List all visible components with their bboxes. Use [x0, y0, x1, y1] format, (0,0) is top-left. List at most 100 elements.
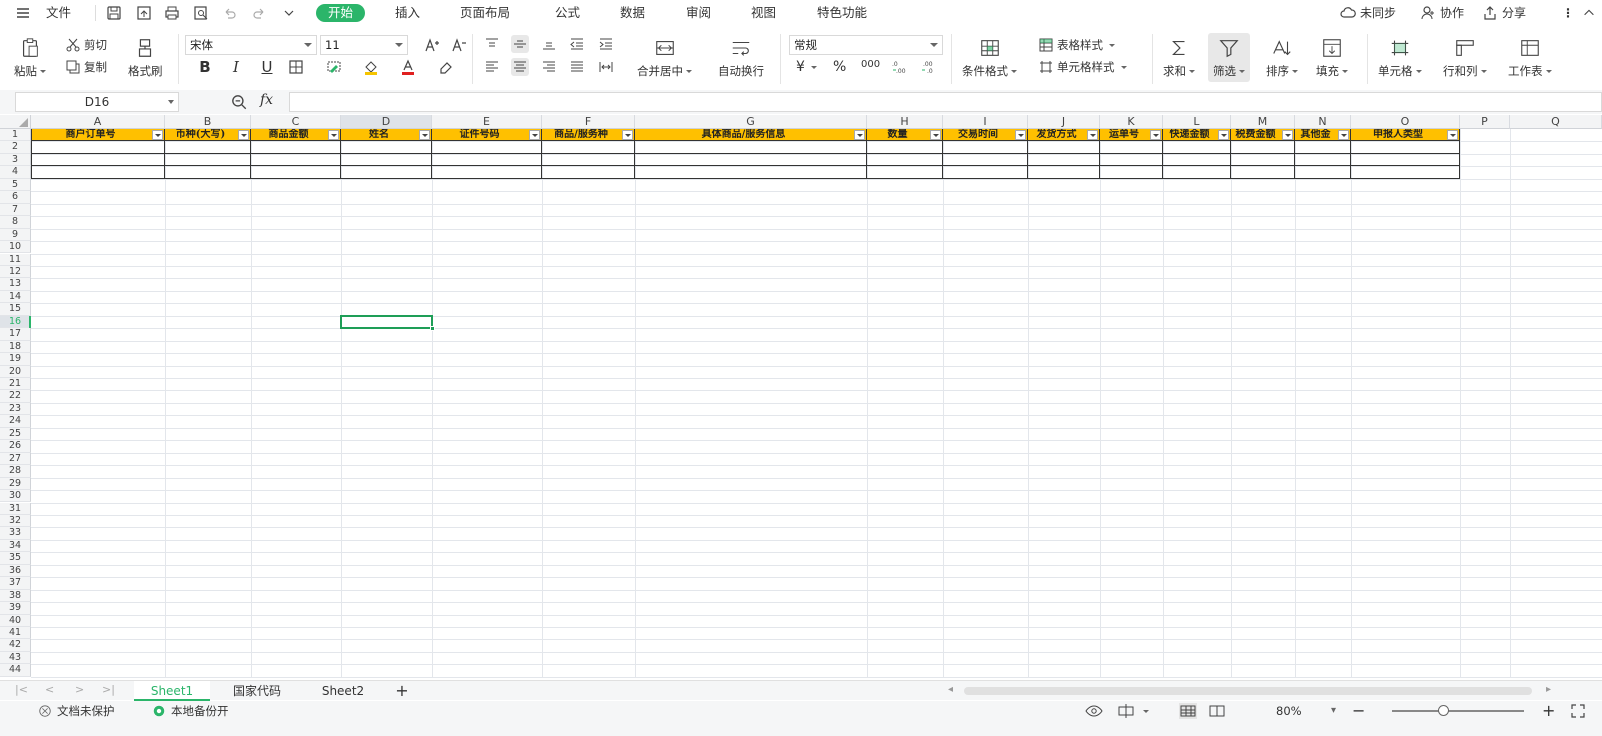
- customize-quick-access-icon[interactable]: [281, 5, 297, 21]
- row-header-16[interactable]: 16: [0, 315, 31, 329]
- table-cell[interactable]: [31, 141, 165, 154]
- filter-button[interactable]: 筛选: [1208, 33, 1250, 82]
- row-header-39[interactable]: 39: [0, 602, 31, 615]
- table-cell[interactable]: [1231, 166, 1295, 179]
- table-cell[interactable]: [635, 166, 867, 179]
- row-col-button[interactable]: 行和列: [1443, 36, 1487, 79]
- filter-dropdown-icon[interactable]: [1150, 130, 1161, 140]
- cut-button[interactable]: 剪切: [65, 37, 107, 53]
- insert-function-button[interactable]: fx: [260, 92, 273, 108]
- row-header-17[interactable]: 17: [0, 328, 31, 341]
- filter-dropdown-icon[interactable]: [419, 130, 430, 140]
- table-cell[interactable]: [867, 141, 943, 154]
- zoom-out-icon[interactable]: −: [1352, 703, 1365, 719]
- justify-icon[interactable]: [568, 58, 586, 76]
- center-view-icon[interactable]: [1117, 703, 1149, 719]
- header-cell[interactable]: 快递金额: [1163, 129, 1231, 142]
- merge-center-button[interactable]: 合并居中: [637, 36, 692, 79]
- cell-border-style-icon[interactable]: [325, 58, 343, 76]
- row-header-23[interactable]: 23: [0, 402, 31, 416]
- header-cell[interactable]: 运单号: [1100, 129, 1163, 142]
- fill-handle[interactable]: [430, 326, 435, 332]
- column-header-q[interactable]: Q: [1510, 115, 1602, 129]
- first-sheet-icon[interactable]: |<: [15, 683, 28, 696]
- table-cell[interactable]: [1231, 153, 1295, 167]
- align-bottom-icon[interactable]: [540, 35, 558, 53]
- row-header-33[interactable]: 33: [0, 527, 31, 540]
- header-cell[interactable]: 姓名: [341, 129, 432, 142]
- font-size-select[interactable]: 11: [320, 35, 408, 55]
- header-cell[interactable]: 商品/服务种: [542, 129, 635, 142]
- more-icon[interactable]: ⋮: [1562, 4, 1574, 22]
- table-style-button[interactable]: 表格样式: [1038, 37, 1115, 53]
- increase-indent-icon[interactable]: [597, 35, 615, 53]
- document-protection-status[interactable]: 文档未保护: [38, 703, 115, 719]
- header-cell[interactable]: 证件号码: [432, 129, 542, 142]
- row-header-18[interactable]: 18: [0, 340, 31, 354]
- table-cell[interactable]: [251, 141, 341, 154]
- row-header-22[interactable]: 22: [0, 390, 31, 403]
- header-cell[interactable]: 其他金: [1295, 129, 1351, 142]
- column-header-o[interactable]: O: [1351, 115, 1460, 129]
- row-header-7[interactable]: 7: [0, 203, 31, 217]
- fill-button[interactable]: 填充: [1316, 36, 1348, 79]
- table-cell[interactable]: [1100, 153, 1163, 167]
- table-cell[interactable]: [943, 153, 1028, 167]
- row-header-12[interactable]: 12: [0, 265, 31, 279]
- row-header-9[interactable]: 9: [0, 228, 31, 242]
- filter-dropdown-icon[interactable]: [1087, 130, 1098, 140]
- font-color-icon[interactable]: [399, 58, 417, 76]
- borders-icon[interactable]: [287, 58, 305, 76]
- column-header-e[interactable]: E: [432, 115, 542, 129]
- percent-format-button[interactable]: %: [833, 59, 846, 75]
- page-break-view-icon[interactable]: [1208, 703, 1226, 719]
- zoom-slider-track[interactable]: [1392, 710, 1524, 712]
- thousands-separator-button[interactable]: 000: [861, 59, 880, 70]
- hamburger-menu-icon[interactable]: [15, 5, 31, 21]
- column-header-c[interactable]: C: [251, 115, 341, 129]
- zoom-dropdown-icon[interactable]: ▾: [1331, 703, 1336, 719]
- row-header-40[interactable]: 40: [0, 614, 31, 627]
- file-menu[interactable]: 文件: [46, 4, 71, 22]
- currency-format-button[interactable]: ¥: [796, 59, 817, 75]
- undo-icon[interactable]: [222, 5, 238, 21]
- share-button[interactable]: 分享: [1482, 4, 1526, 22]
- row-header-43[interactable]: 43: [0, 651, 31, 665]
- fill-color-icon[interactable]: [362, 58, 380, 76]
- table-cell[interactable]: [1028, 141, 1100, 154]
- header-cell[interactable]: 币种(大写): [165, 129, 251, 142]
- local-backup-status[interactable]: 本地备份开: [152, 703, 229, 719]
- column-header-g[interactable]: G: [635, 115, 867, 129]
- active-cell-selection[interactable]: [340, 314, 435, 332]
- horizontal-scrollbar[interactable]: [964, 687, 1532, 695]
- next-sheet-icon[interactable]: >: [75, 683, 84, 696]
- table-cell[interactable]: [1100, 141, 1163, 154]
- collaborate-button[interactable]: 协作: [1420, 4, 1464, 22]
- formula-input[interactable]: [289, 92, 1602, 112]
- print-icon[interactable]: [164, 5, 180, 21]
- row-header-11[interactable]: 11: [0, 253, 31, 266]
- column-header-p[interactable]: P: [1460, 115, 1510, 129]
- eye-protection-icon[interactable]: [1085, 703, 1103, 719]
- align-right-icon[interactable]: [540, 58, 558, 76]
- filter-dropdown-icon[interactable]: [238, 130, 249, 140]
- table-cell[interactable]: [1295, 153, 1351, 167]
- table-cell[interactable]: [1351, 141, 1460, 154]
- prev-sheet-icon[interactable]: <: [45, 683, 54, 696]
- distributed-align-icon[interactable]: [597, 58, 615, 76]
- zoom-level[interactable]: 80%: [1276, 703, 1302, 719]
- collapse-ribbon-icon[interactable]: [1582, 4, 1596, 22]
- row-header-2[interactable]: 2: [0, 141, 31, 154]
- row-header-42[interactable]: 42: [0, 639, 31, 652]
- row-header-10[interactable]: 10: [0, 241, 31, 254]
- column-header-m[interactable]: M: [1231, 115, 1295, 129]
- decrease-indent-icon[interactable]: [568, 35, 586, 53]
- table-cell[interactable]: [943, 141, 1028, 154]
- filter-dropdown-icon[interactable]: [930, 130, 941, 140]
- table-cell[interactable]: [1351, 166, 1460, 179]
- tab-review[interactable]: 审阅: [686, 4, 711, 22]
- increase-decimal-icon[interactable]: .0.00: [890, 58, 908, 76]
- print-preview-icon[interactable]: [193, 5, 209, 21]
- table-cell[interactable]: [31, 166, 165, 179]
- filter-dropdown-icon[interactable]: [1218, 130, 1229, 140]
